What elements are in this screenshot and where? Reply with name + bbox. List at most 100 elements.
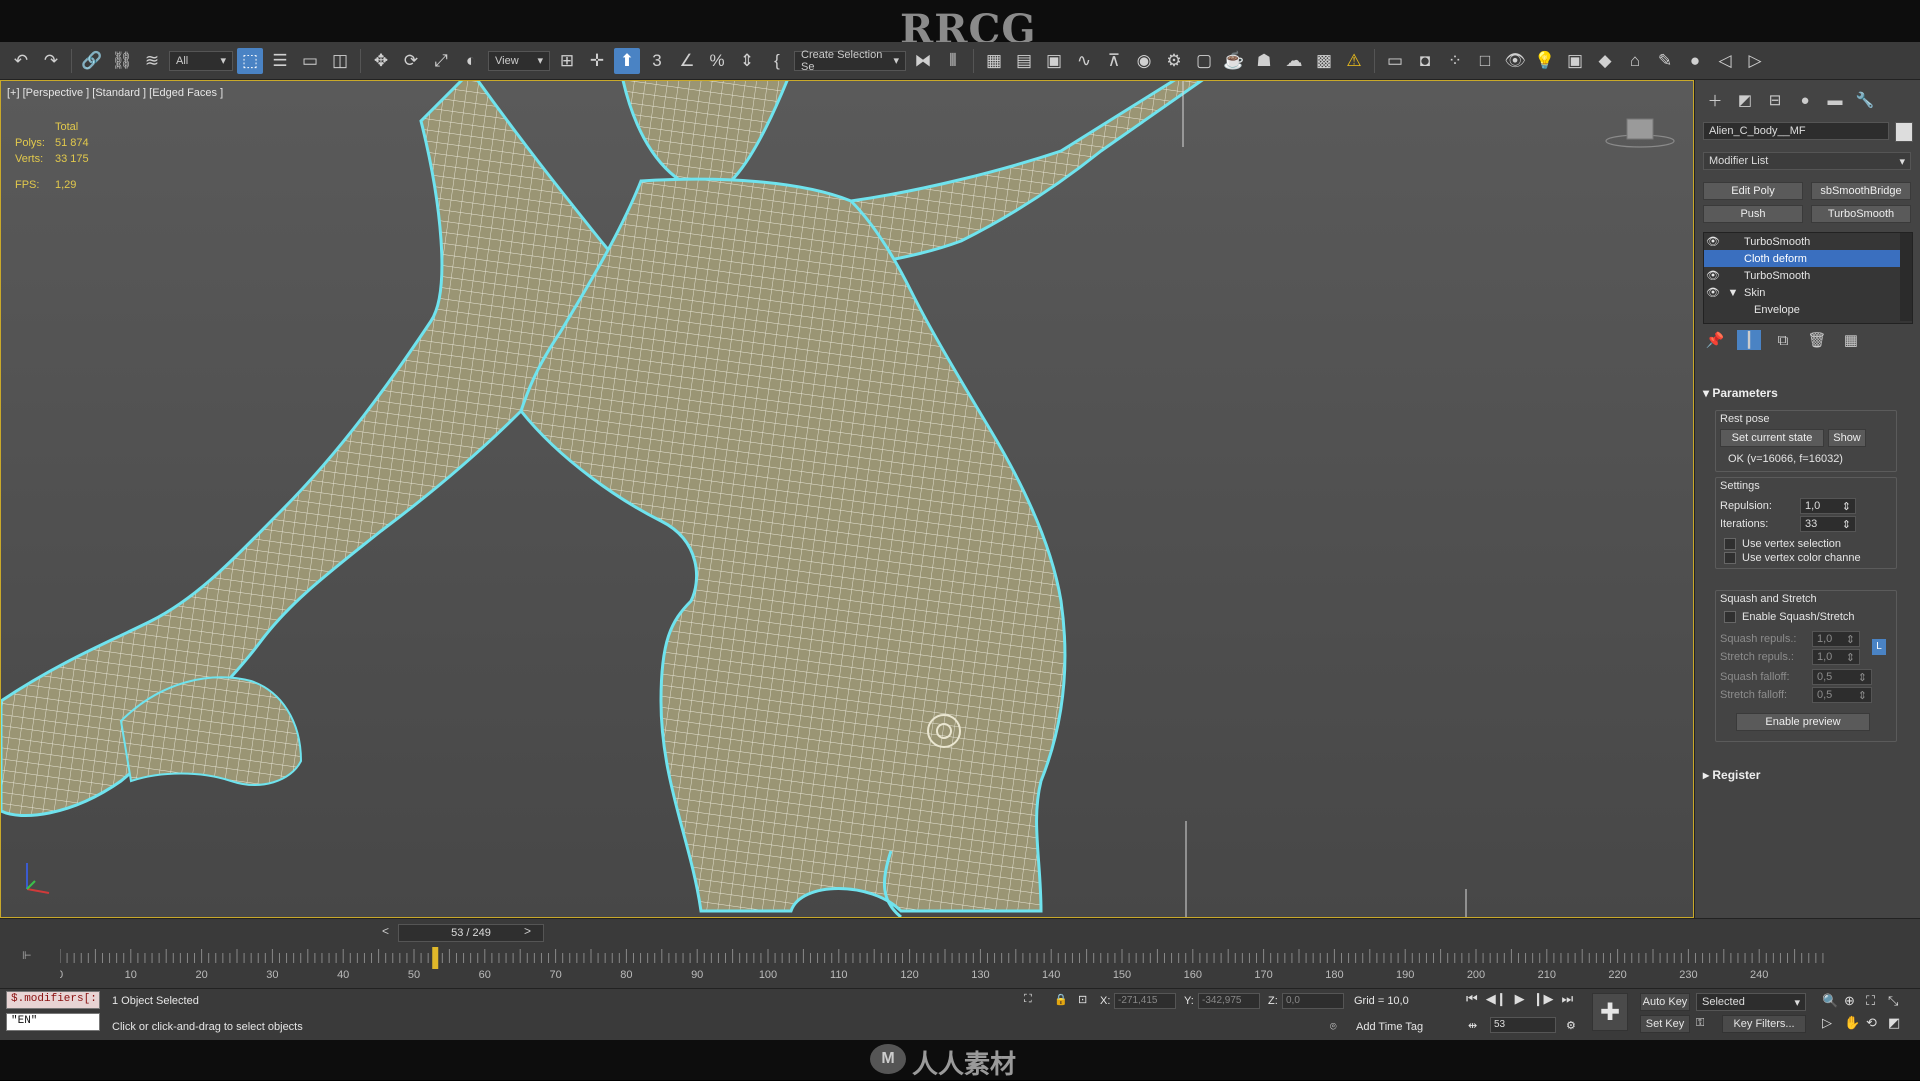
next-key-icon[interactable]: ❙▶ — [1533, 991, 1554, 1007]
y-coordinate-field[interactable]: -342,975 — [1198, 993, 1260, 1009]
spinner-arrows-icon[interactable]: ⇕ — [1846, 651, 1855, 664]
remove-modifier-icon[interactable]: 🗑 — [1805, 330, 1829, 350]
checkbox-box[interactable] — [1724, 611, 1736, 624]
selection-filter-dropdown[interactable]: All ▾ — [169, 50, 233, 71]
orbit-icon[interactable]: ⟲ — [1866, 1015, 1888, 1031]
zoom-all-icon[interactable]: ⊕ — [1844, 993, 1866, 1009]
set-current-state-button[interactable]: Set current state — [1720, 429, 1824, 447]
render-production-icon[interactable]: ☕ — [1221, 48, 1247, 74]
rendered-frame-window-icon[interactable]: ▢ — [1191, 48, 1217, 74]
eye-icon[interactable]: 👁 — [1704, 235, 1722, 248]
squash-falloff-spinner[interactable]: 0,5 ⇕ — [1812, 669, 1872, 685]
light-icon[interactable]: 💡 — [1532, 48, 1558, 74]
iterations-spinner[interactable]: 33 ⇕ — [1800, 516, 1856, 532]
play-icon[interactable]: ▶ — [1515, 991, 1525, 1007]
current-frame-marker[interactable] — [432, 947, 439, 969]
time-config-icon[interactable]: ⇹ — [1468, 1019, 1477, 1032]
go-to-end-icon[interactable]: ⏭ — [1561, 991, 1573, 1007]
display-tab-icon[interactable]: ▬ — [1823, 90, 1847, 110]
isolate-selection-icon[interactable]: ⛶ — [1024, 993, 1032, 1006]
create-tab-icon[interactable]: ＋ — [1703, 90, 1727, 110]
set-key-button[interactable]: Set Key — [1640, 1015, 1690, 1033]
show-end-result-icon[interactable]: ┃ — [1737, 330, 1761, 350]
go-to-start-icon[interactable]: ⏮ — [1466, 991, 1478, 1007]
checkbox-box[interactable] — [1724, 538, 1736, 551]
viewcube-icon[interactable] — [1605, 113, 1675, 149]
modifier-list-dropdown[interactable]: Modifier List ▾ — [1703, 152, 1911, 170]
warning-icon[interactable]: ⚠ — [1341, 48, 1367, 74]
sbsmoothbridge-button[interactable]: sbSmoothBridge — [1811, 182, 1911, 200]
edit-poly-button[interactable]: Edit Poly — [1703, 182, 1803, 200]
time-slider[interactable]: 53 / 249 — [398, 924, 544, 942]
angle-snap-icon[interactable]: ∠ — [674, 48, 700, 74]
placement-icon[interactable]: ◐ — [458, 48, 484, 74]
object-color-swatch[interactable] — [1895, 122, 1913, 142]
spinner-arrows-icon[interactable]: ⇕ — [1858, 689, 1867, 702]
stack-scrollbar[interactable] — [1900, 233, 1912, 321]
spinner-snap-icon[interactable]: ⇕ — [734, 48, 760, 74]
stretch-repuls-spinner[interactable]: 1,0 ⇕ — [1812, 649, 1860, 665]
unlink-icon[interactable]: ⛓ — [109, 48, 135, 74]
select-and-manipulate-icon[interactable]: ✛ — [584, 48, 610, 74]
register-rollout[interactable]: ▸ Register — [1703, 768, 1760, 782]
particle-icon[interactable]: ⁘ — [1442, 48, 1468, 74]
percent-snap-icon[interactable]: % — [704, 48, 730, 74]
stretch-falloff-spinner[interactable]: 0,5 ⇕ — [1812, 687, 1872, 703]
stack-expand[interactable]: ▼ — [1722, 287, 1744, 299]
z-coordinate-field[interactable]: 0,0 — [1282, 993, 1344, 1009]
maximize-viewport-icon[interactable]: ◩ — [1888, 1015, 1910, 1031]
frame-icon[interactable]: ▣ — [1562, 48, 1588, 74]
render-cloud-icon[interactable]: ☁ — [1281, 48, 1307, 74]
schematic-view-icon[interactable]: ⊼ — [1101, 48, 1127, 74]
push-button[interactable]: Push — [1703, 205, 1803, 223]
track-bar[interactable]: 0 10 20 30 40 50 60 70 80 90 100 110 120 130 140 150 160… — [60, 945, 1870, 985]
turbosmooth-button[interactable]: TurboSmooth — [1811, 205, 1911, 223]
align-icon[interactable]: ⫴ — [940, 48, 966, 74]
auto-key-button[interactable]: Auto Key — [1640, 993, 1690, 1011]
key-mode-icon[interactable]: ⚿ — [1696, 1017, 1704, 1030]
key-filters-button[interactable]: Key Filters... — [1722, 1015, 1806, 1033]
maxscript-listener-input[interactable]: $.modifiers[: — [6, 991, 100, 1009]
absolute-mode-icon[interactable]: ⊡ — [1078, 993, 1087, 1006]
redo-icon[interactable]: ↷ — [38, 48, 64, 74]
layer-explorer-icon[interactable]: ▤ — [1011, 48, 1037, 74]
scale-icon[interactable]: ⤢ — [428, 48, 454, 74]
sphere-icon[interactable]: ● — [1682, 48, 1708, 74]
zoom-extents-icon[interactable]: ⛶ — [1866, 993, 1888, 1009]
previous-key-icon[interactable]: ◀❙ — [1486, 991, 1507, 1007]
parameters-rollout[interactable]: ▾ Parameters — [1703, 386, 1778, 400]
enable-squash-checkbox[interactable]: Enable Squash/Stretch — [1724, 611, 1855, 624]
previous-frame-icon[interactable]: < — [382, 924, 396, 940]
move-icon[interactable]: ✥ — [368, 48, 394, 74]
zoom-icon[interactable]: 🔍 — [1822, 993, 1844, 1009]
keyboard-shortcut-toggle-icon[interactable]: ⬆ — [614, 47, 640, 74]
link-icon[interactable]: 🔗 — [79, 48, 105, 74]
key-set-dropdown[interactable]: Selected ▾ — [1696, 993, 1806, 1011]
open-mini-curve-editor-icon[interactable]: ⊩ — [22, 949, 32, 962]
stack-item-selected[interactable]: Cloth deform — [1704, 250, 1912, 267]
previous-icon[interactable]: ◁ — [1712, 48, 1738, 74]
rotate-icon[interactable]: ⟳ — [398, 48, 424, 74]
brush-icon[interactable]: ✎ — [1652, 48, 1678, 74]
lock-button[interactable]: L — [1872, 639, 1886, 655]
checkbox-box[interactable] — [1724, 552, 1736, 565]
city-icon[interactable]: ⌂ — [1622, 48, 1648, 74]
render-iterative-icon[interactable]: ☗ — [1251, 48, 1277, 74]
repulsion-spinner[interactable]: 1,0 ⇕ — [1800, 498, 1856, 514]
scene-explorer-icon[interactable]: ▦ — [981, 48, 1007, 74]
configure-modifier-sets-icon[interactable]: ▦ — [1839, 330, 1863, 350]
make-unique-icon[interactable]: ⧉ — [1771, 330, 1795, 350]
eye-icon[interactable]: 👁 — [1502, 48, 1528, 74]
pivot-center-icon[interactable]: ⊞ — [554, 48, 580, 74]
spinner-arrows-icon[interactable]: ⇕ — [1846, 633, 1855, 646]
rectangular-selection-icon[interactable]: ▭ — [297, 48, 323, 74]
camera-icon[interactable]: ◘ — [1412, 48, 1438, 74]
spinner-arrows-icon[interactable]: ⇕ — [1842, 518, 1851, 531]
named-selection-dropdown[interactable]: Create Selection Se ▾ — [794, 49, 906, 73]
eye-icon[interactable]: 👁 — [1704, 286, 1722, 299]
modify-tab-icon[interactable]: ◩ — [1733, 90, 1757, 110]
stack-item[interactable]: 👁 ▼ Skin — [1704, 284, 1912, 301]
bind-space-warp-icon[interactable]: ≋ — [139, 48, 165, 74]
field-of-view-icon[interactable]: ▷ — [1822, 1015, 1844, 1031]
enable-preview-button[interactable]: Enable preview — [1736, 713, 1870, 731]
